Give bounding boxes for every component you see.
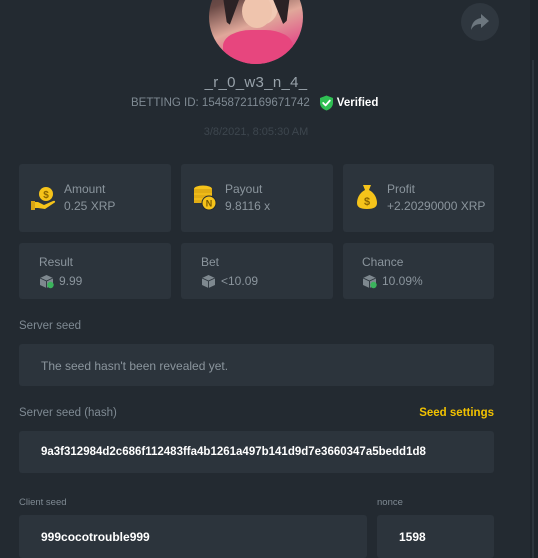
svg-text:$: $ — [364, 196, 370, 208]
amount-value: 0.25 XRP — [64, 199, 116, 213]
nonce-label: nonce — [377, 497, 403, 508]
dice-icon — [362, 275, 377, 289]
server-hash-label: Server seed (hash) — [19, 407, 117, 419]
payout-card: N Payout 9.8116 x — [181, 164, 333, 232]
payout-label: Payout — [225, 182, 263, 196]
money-hand-icon: $ — [31, 187, 56, 210]
nonce-value: 1598 — [399, 530, 426, 544]
result-value: 9.99 — [59, 274, 83, 288]
bet-card: Bet <10.09 — [181, 243, 333, 299]
amount-card: $ Amount 0.25 XRP — [19, 164, 171, 232]
server-seed-field: The seed hasn't been revealed yet. — [19, 344, 494, 386]
verified-label: Verified — [336, 97, 379, 109]
server-seed-label: Server seed — [19, 320, 82, 332]
avatar — [209, 0, 303, 64]
scrollbar[interactable] — [530, 0, 538, 558]
betting-id: BETTING ID: 15458721169671742 — [131, 97, 310, 109]
betting-id-row: BETTING ID: 15458721169671742 Verified — [131, 95, 379, 111]
money-bag-icon: $ — [357, 185, 377, 209]
bet-label: Bet — [201, 255, 220, 269]
share-button[interactable] — [461, 3, 499, 41]
seed-settings-link[interactable]: Seed settings — [419, 407, 494, 419]
chance-value: 10.09% — [382, 274, 423, 288]
profit-card: $ Profit +2.20290000 XRP — [343, 164, 494, 232]
amount-label: Amount — [64, 182, 106, 196]
dice-icon — [39, 275, 54, 289]
chance-card: Chance 10.09% — [343, 243, 494, 299]
verified-shield-icon — [319, 95, 333, 111]
username: _r_0_w3_n_4_ — [204, 74, 308, 91]
server-seed-value: The seed hasn't been revealed yet. — [41, 359, 229, 373]
svg-text:N: N — [206, 199, 213, 209]
profit-value: +2.20290000 XRP — [387, 199, 486, 213]
payout-value: 9.8116 x — [225, 199, 271, 213]
server-hash-value: 9a3f312984d2c686f112483ffa4b1261a497b141… — [41, 446, 426, 458]
bet-timestamp: 3/8/2021, 8:05:30 AM — [203, 126, 309, 138]
bet-value: <10.09 — [221, 274, 259, 288]
profit-label: Profit — [387, 182, 416, 196]
client-seed-field[interactable]: 999cocotrouble999 — [19, 515, 367, 558]
client-seed-value: 999cocotrouble999 — [41, 530, 150, 544]
svg-text:$: $ — [43, 190, 49, 201]
chance-label: Chance — [362, 255, 404, 269]
client-seed-label: Client seed — [19, 497, 67, 508]
dice-icon — [201, 275, 216, 288]
result-label: Result — [39, 255, 74, 269]
coin-stack-icon: N — [194, 185, 217, 211]
share-icon — [471, 14, 489, 30]
nonce-field[interactable]: 1598 — [377, 515, 494, 558]
server-hash-field[interactable]: 9a3f312984d2c686f112483ffa4b1261a497b141… — [19, 431, 494, 473]
verified-badge: Verified — [319, 95, 379, 111]
result-card: Result 9.99 — [19, 243, 171, 299]
